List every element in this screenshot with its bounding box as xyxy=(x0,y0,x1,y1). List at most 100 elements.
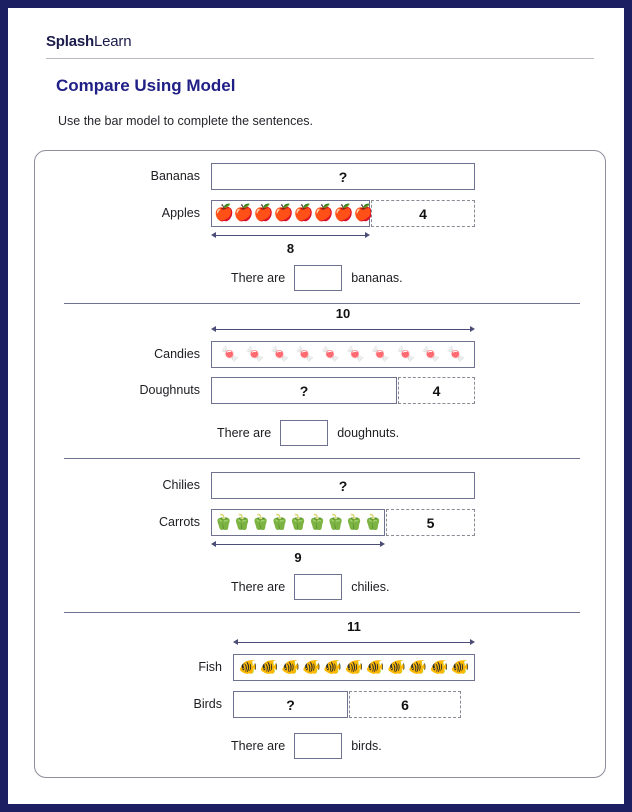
fish-icon: 🐠 xyxy=(259,659,279,676)
problem-1-difference-bar: 4 xyxy=(371,200,475,227)
problem-4-difference-bar: 6 xyxy=(349,691,461,718)
problem-1-difference-value: 4 xyxy=(419,205,427,222)
apple-icon: 🍎 xyxy=(293,204,314,222)
problem-3-sentence: There are chilies. xyxy=(231,574,389,600)
fish-icon: 🐠 xyxy=(323,659,343,676)
problem-3-bottom-label: Carrots xyxy=(159,515,200,529)
bell-pepper-icon-group: 🫑 🫑 🫑 🫑 🫑 🫑 🫑 🫑 🫑 xyxy=(212,510,384,535)
problem-1-bottom-label: Apples xyxy=(161,206,200,220)
problem-4-sentence: There are birds. xyxy=(231,733,382,759)
fish-icon: 🐠 xyxy=(344,659,364,676)
candy-icon: 🍬 xyxy=(396,346,416,363)
candy-icon: 🍬 xyxy=(321,346,340,363)
problem-2-sentence-suffix: doughnuts. xyxy=(337,426,400,440)
problem-1: Bananas ? Apples 🍎 🍎 🍎 🍎 🍎 🍎 🍎 🍎 4 8 There xyxy=(35,151,607,304)
problem-1-measure-value: 8 xyxy=(286,241,295,256)
candy-icon: 🍬 xyxy=(371,346,390,363)
candy-icon: 🍬 xyxy=(421,346,441,363)
fish-icon: 🐠 xyxy=(302,659,321,676)
arrow-head-right-icon xyxy=(470,639,475,645)
arrow-shaft xyxy=(214,235,367,236)
fish-icon: 🐠 xyxy=(408,659,427,676)
arrow-shaft xyxy=(214,544,382,545)
problems-card: Bananas ? Apples 🍎 🍎 🍎 🍎 🍎 🍎 🍎 🍎 4 8 There xyxy=(34,150,606,778)
problem-4-answer-box[interactable] xyxy=(294,733,343,759)
candy-icon: 🍬 xyxy=(295,346,315,363)
arrow-head-right-icon xyxy=(380,541,385,547)
splashlearn-logo: SplashLearn xyxy=(46,33,132,50)
problem-1-top-label: Bananas xyxy=(150,169,200,183)
problem-3-chilies-value: ? xyxy=(338,477,348,494)
apple-icon: 🍎 xyxy=(253,204,274,222)
problem-3-difference-bar: 5 xyxy=(386,509,475,536)
problem-3: Chilies ? Carrots 🫑 🫑 🫑 🫑 🫑 🫑 🫑 🫑 🫑 5 9 Th xyxy=(35,459,607,613)
problem-2-top-label: Candies xyxy=(154,347,200,361)
problem-4-sentence-suffix: birds. xyxy=(351,739,382,753)
problem-4-sentence-prefix: There are xyxy=(231,739,286,753)
problem-2-difference-bar: 4 xyxy=(398,377,475,404)
problem-4: 11 Fish 🐠 🐠 🐠 🐠 🐠 🐠 🐠 🐠 🐠 🐠 🐠 Birds ? 6 Th xyxy=(35,613,607,779)
problem-4-top-label: Fish xyxy=(198,660,222,674)
worksheet-page: SplashLearn Compare Using Model Use the … xyxy=(8,8,624,804)
fish-icon: 🐠 xyxy=(365,659,385,676)
header-divider xyxy=(46,58,594,59)
candy-icon: 🍬 xyxy=(346,346,365,363)
arrow-shaft xyxy=(214,329,472,330)
problem-1-bananas-value: ? xyxy=(338,168,348,185)
problem-2-difference-value: 4 xyxy=(432,382,441,399)
problem-4-birds-value: ? xyxy=(286,696,295,713)
candy-icon: 🍬 xyxy=(446,346,466,363)
page-title: Compare Using Model xyxy=(56,76,236,95)
arrow-head-right-icon xyxy=(470,326,475,332)
problem-3-carrots-known-bar: 🫑 🫑 🫑 🫑 🫑 🫑 🫑 🫑 🫑 xyxy=(211,509,385,536)
problem-3-chilies-bar: ? xyxy=(211,472,475,499)
fish-icon: 🐠 xyxy=(280,659,300,676)
problem-4-bottom-label: Birds xyxy=(193,697,222,711)
problem-2-doughnuts-unknown-bar: ? xyxy=(211,377,397,404)
problem-1-measure-arrow xyxy=(211,231,370,240)
candy-icon: 🍬 xyxy=(220,346,240,363)
bell-pepper-icon: 🫑 xyxy=(307,514,327,531)
problem-1-sentence-prefix: There are xyxy=(231,271,286,285)
problem-4-measure-arrow xyxy=(233,638,475,647)
candy-icon-group: 🍬 🍬 🍬 🍬 🍬 🍬 🍬 🍬 🍬 🍬 xyxy=(212,342,474,367)
problem-1-sentence: There are bananas. xyxy=(231,265,403,291)
problem-3-sentence-suffix: chilies. xyxy=(351,580,390,594)
problem-2-answer-box[interactable] xyxy=(280,420,329,446)
apple-icon: 🍎 xyxy=(233,204,254,222)
logo-bold-text: Splash xyxy=(46,33,94,50)
bell-pepper-icon: 🫑 xyxy=(344,514,364,531)
problem-1-answer-box[interactable] xyxy=(294,265,343,291)
problem-4-measure-value: 11 xyxy=(347,619,361,634)
apple-icon: 🍎 xyxy=(214,204,234,222)
problem-3-top-label: Chilies xyxy=(162,478,200,492)
problem-2-bottom-label: Doughnuts xyxy=(139,383,200,397)
logo-regular-text: Learn xyxy=(93,33,132,50)
problem-4-difference-value: 6 xyxy=(401,696,409,713)
bell-pepper-icon: 🫑 xyxy=(232,514,252,531)
problem-2-sentence-prefix: There are xyxy=(217,426,272,440)
candy-icon: 🍬 xyxy=(245,346,265,363)
problem-2-candies-bar: 🍬 🍬 🍬 🍬 🍬 🍬 🍬 🍬 🍬 🍬 xyxy=(211,341,475,368)
problem-2-doughnuts-value: ? xyxy=(299,382,309,399)
problem-3-sentence-prefix: There are xyxy=(231,580,286,594)
apple-icon: 🍎 xyxy=(273,204,294,222)
bell-pepper-icon: 🫑 xyxy=(326,514,345,531)
problem-3-answer-box[interactable] xyxy=(294,574,343,600)
problem-4-birds-unknown-bar: ? xyxy=(233,691,348,718)
fish-icon-group: 🐠 🐠 🐠 🐠 🐠 🐠 🐠 🐠 🐠 🐠 🐠 xyxy=(234,655,474,680)
problem-2: 10 Candies 🍬 🍬 🍬 🍬 🍬 🍬 🍬 🍬 🍬 🍬 Doughnuts ? 4 xyxy=(35,304,607,459)
arrow-head-right-icon xyxy=(365,232,370,238)
bell-pepper-icon: 🫑 xyxy=(288,514,308,531)
problem-3-measure-value: 9 xyxy=(294,550,302,565)
problem-1-bananas-bar: ? xyxy=(211,163,475,190)
problem-3-measure-arrow xyxy=(211,540,385,549)
instructions-text: Use the bar model to complete the senten… xyxy=(58,114,314,128)
problem-3-difference-value: 5 xyxy=(426,514,435,531)
bell-pepper-icon: 🫑 xyxy=(363,514,383,531)
fish-icon: 🐠 xyxy=(387,659,406,676)
bell-pepper-icon: 🫑 xyxy=(270,514,289,531)
problem-1-apples-known-bar: 🍎 🍎 🍎 🍎 🍎 🍎 🍎 🍎 xyxy=(211,200,373,227)
bell-pepper-icon: 🫑 xyxy=(251,514,271,531)
candy-icon: 🍬 xyxy=(270,346,290,363)
